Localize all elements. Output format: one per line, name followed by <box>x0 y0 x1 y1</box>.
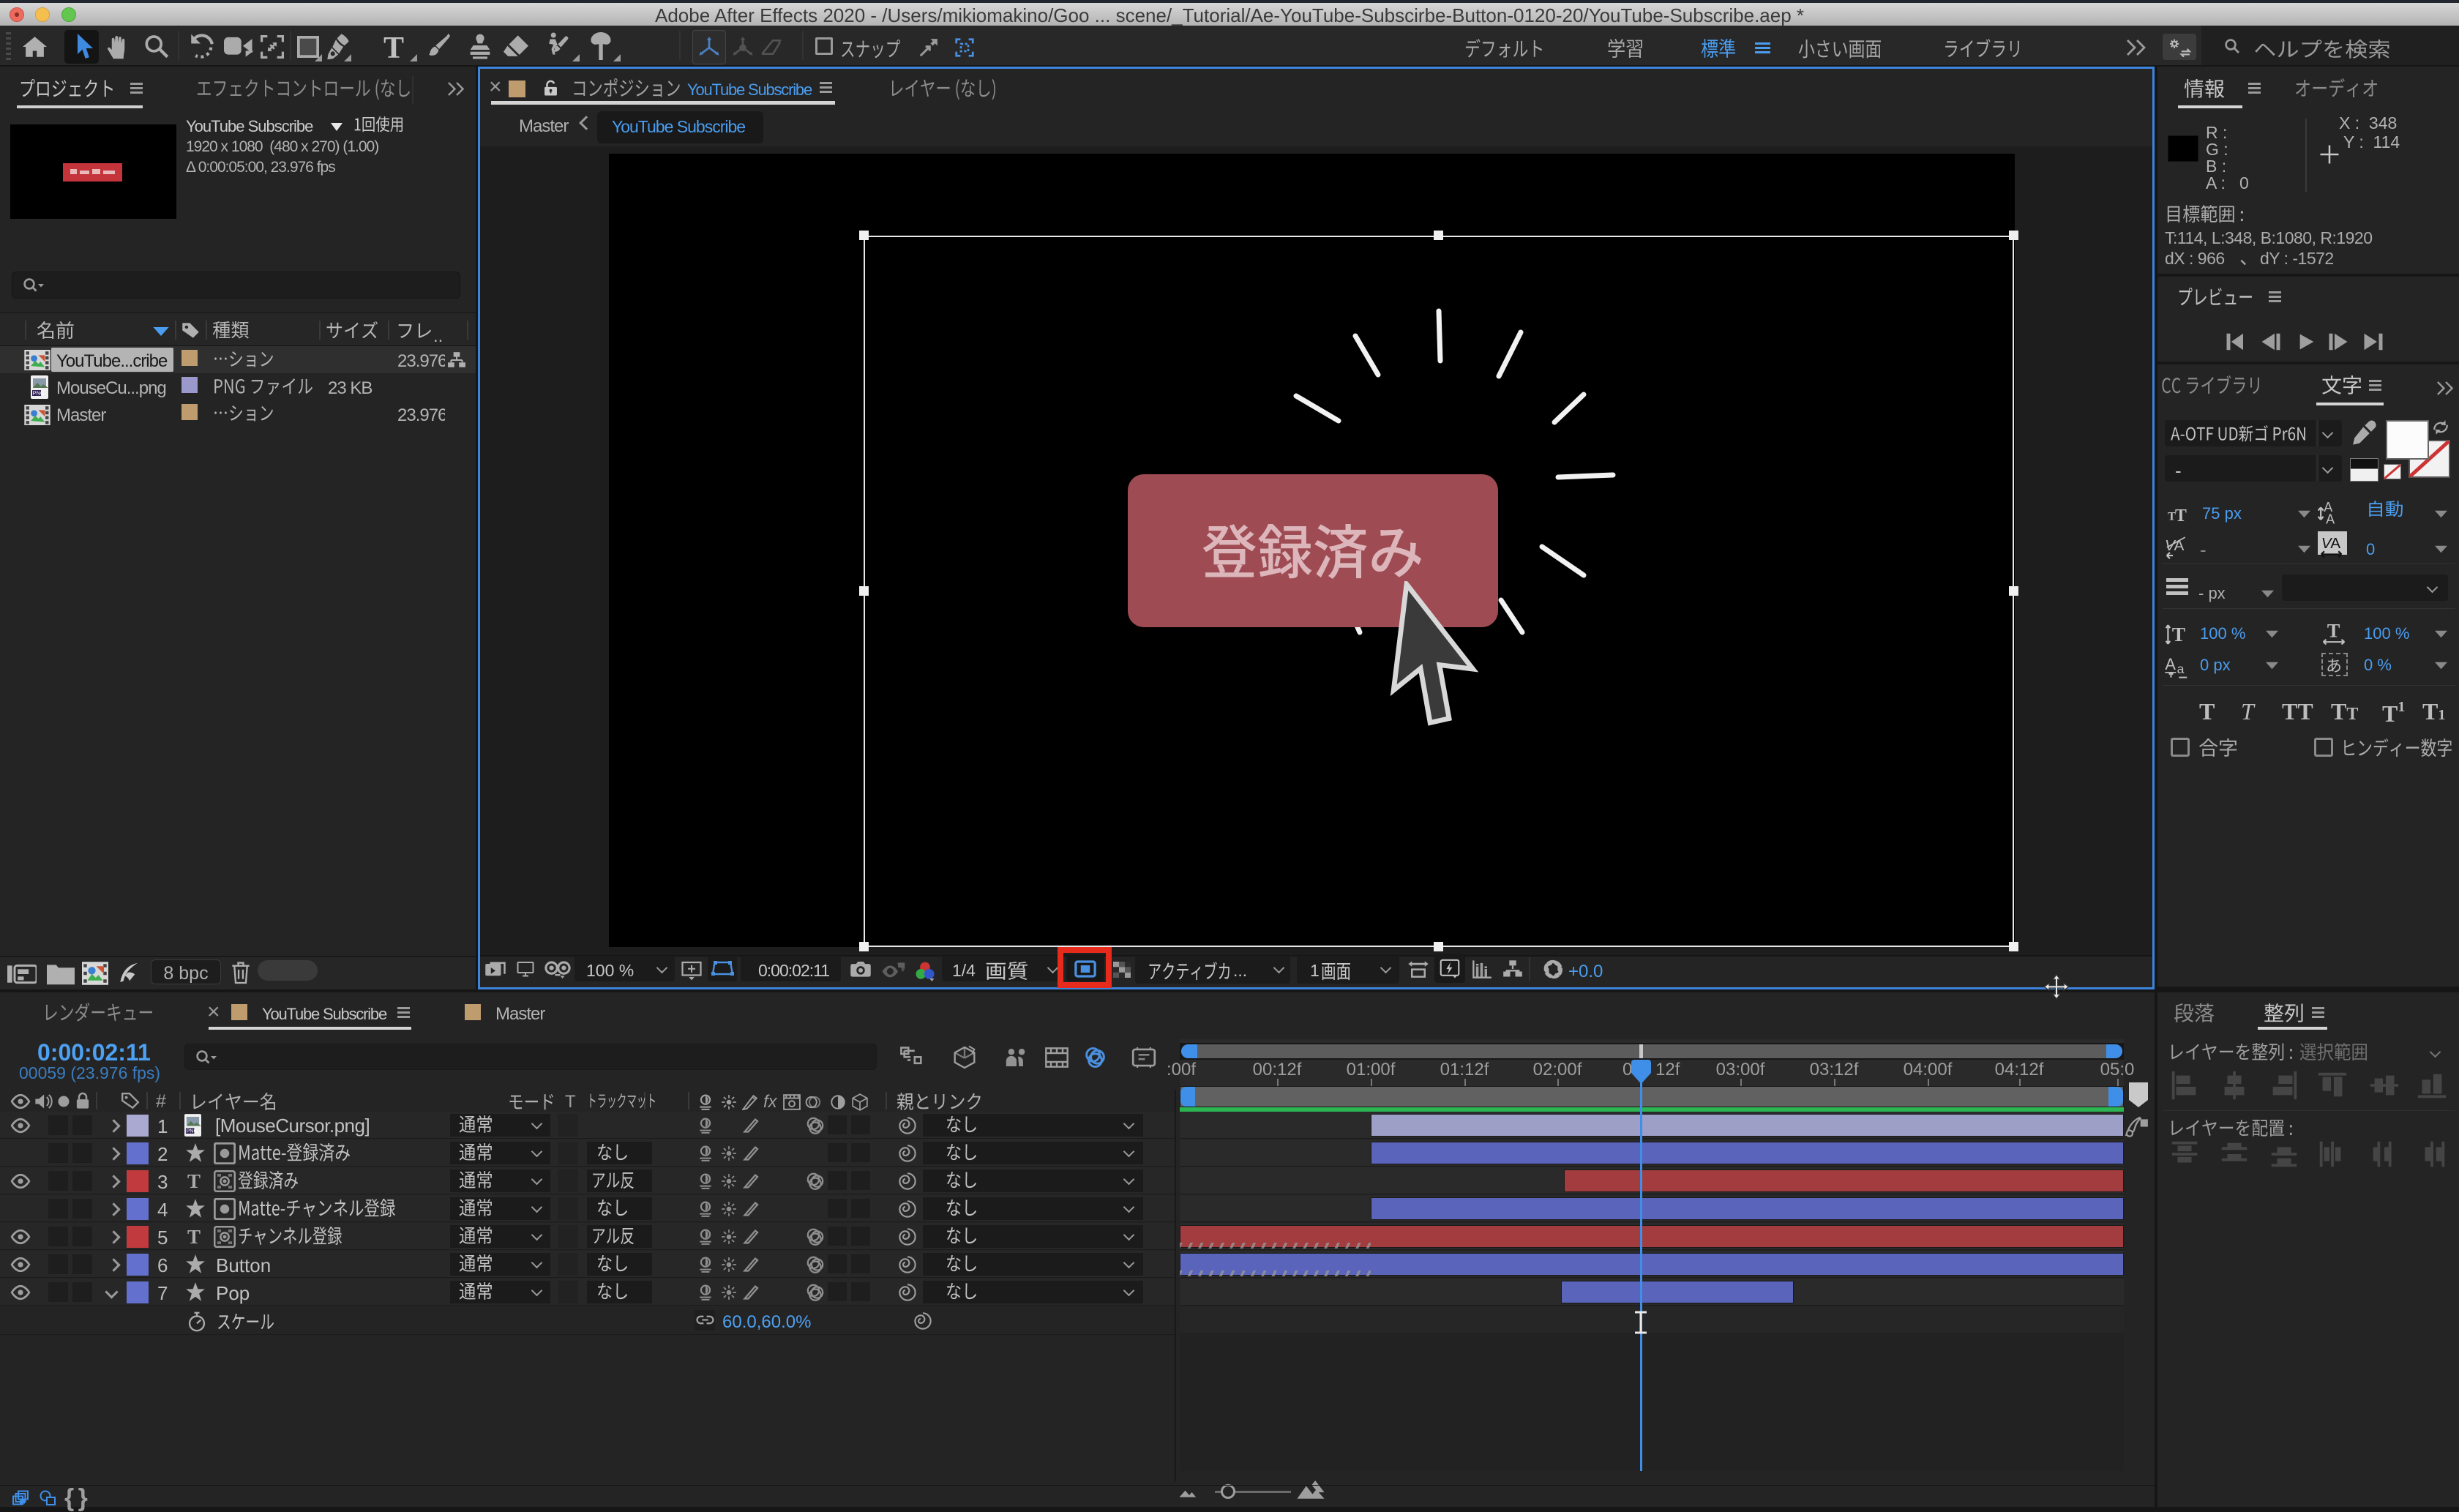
svg-text:T: T <box>2172 624 2185 645</box>
svg-text:T: T <box>2175 506 2187 522</box>
svg-text:A: A <box>2326 512 2335 527</box>
svg-text:T: T <box>2327 621 2340 642</box>
svg-text:A: A <box>2165 655 2176 673</box>
svg-text:PNG: PNG <box>186 1129 198 1134</box>
svg-text:a: a <box>2177 662 2185 676</box>
svg-text:A: A <box>2174 537 2184 554</box>
svg-text:A: A <box>2330 535 2340 552</box>
svg-text:PNG: PNG <box>33 390 45 397</box>
